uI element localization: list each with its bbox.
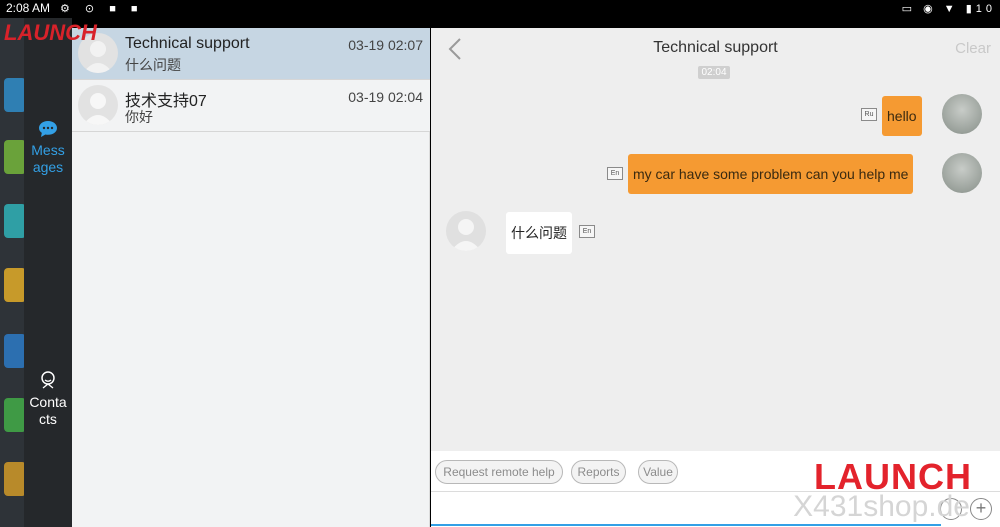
- contact-avatar: [446, 211, 486, 251]
- message-timestamp: 02:04: [698, 66, 730, 79]
- system-icons: ▭ ◉ ▼ ▮10: [901, 3, 996, 15]
- nav-messages[interactable]: Messages: [24, 120, 72, 176]
- conversation-list: Technical support 03-19 02:07 什么问题 技术支持0…: [72, 28, 430, 527]
- status-time: 2:08 AM: [6, 1, 51, 15]
- app-tile: [4, 398, 24, 432]
- message-input[interactable]: [431, 524, 941, 526]
- translate-icon[interactable]: En: [607, 167, 623, 180]
- default-user-icon: [451, 219, 481, 251]
- clear-button[interactable]: Clear: [955, 40, 991, 57]
- conversation-item[interactable]: Technical support 03-19 02:07 什么问题: [72, 28, 430, 80]
- conversation-item[interactable]: 技术支持07 03-19 02:04 你好: [72, 80, 430, 132]
- app-tile: [4, 462, 24, 496]
- conversation-preview: 什么问题: [125, 57, 181, 73]
- launch-logo: LAUNCH: [4, 20, 97, 45]
- nav-messages-label: Messages: [31, 142, 65, 175]
- message-bubble-incoming: 什么问题: [506, 212, 572, 254]
- translate-icon[interactable]: En: [579, 225, 595, 238]
- background-app-strip: [0, 18, 24, 527]
- quick-reply-reports[interactable]: Reports: [571, 460, 626, 484]
- default-user-icon: [83, 93, 113, 125]
- message-bubble-outgoing: my car have some problem can you help me: [628, 154, 914, 194]
- battery-level: 10: [975, 3, 996, 15]
- watermark-site: X431shop.de: [793, 490, 970, 523]
- translate-icon[interactable]: Ru: [861, 108, 877, 121]
- nav-contacts[interactable]: Contacts: [24, 370, 72, 428]
- my-avatar: [942, 94, 982, 134]
- conversation-time: 03-19 02:07: [348, 37, 423, 53]
- nav-contacts-label: Contacts: [29, 394, 67, 427]
- conversation-preview: 你好: [125, 109, 153, 125]
- add-attachment-icon[interactable]: +: [970, 498, 992, 520]
- app-tile: [4, 204, 24, 238]
- notification-icons: ⚙ ⊙ ■ ■: [60, 3, 144, 15]
- app-tile: [4, 334, 24, 368]
- nav-rail: Messages Contacts: [24, 18, 72, 527]
- conversation-time: 03-19 02:04: [348, 89, 423, 105]
- chat-title: Technical support: [653, 39, 778, 56]
- chat-bubble-icon: [39, 121, 57, 137]
- message-bubble-outgoing: hello: [882, 96, 922, 136]
- app-tile: [4, 78, 24, 112]
- contact-person-icon: [41, 371, 55, 389]
- quick-reply-value[interactable]: Value: [638, 460, 678, 484]
- my-avatar: [942, 153, 982, 193]
- app-tile: [4, 268, 24, 302]
- app-tile: [4, 140, 24, 174]
- quick-reply-remote-help[interactable]: Request remote help: [435, 460, 563, 484]
- status-bar: 2:08 AM ⚙ ⊙ ■ ■ ▭ ◉ ▼ ▮10: [0, 0, 1000, 18]
- avatar: [78, 85, 118, 125]
- conversation-name: Technical support: [125, 35, 250, 52]
- chat-pane: Technical support Clear 02:04 Ru hello E…: [431, 28, 1000, 527]
